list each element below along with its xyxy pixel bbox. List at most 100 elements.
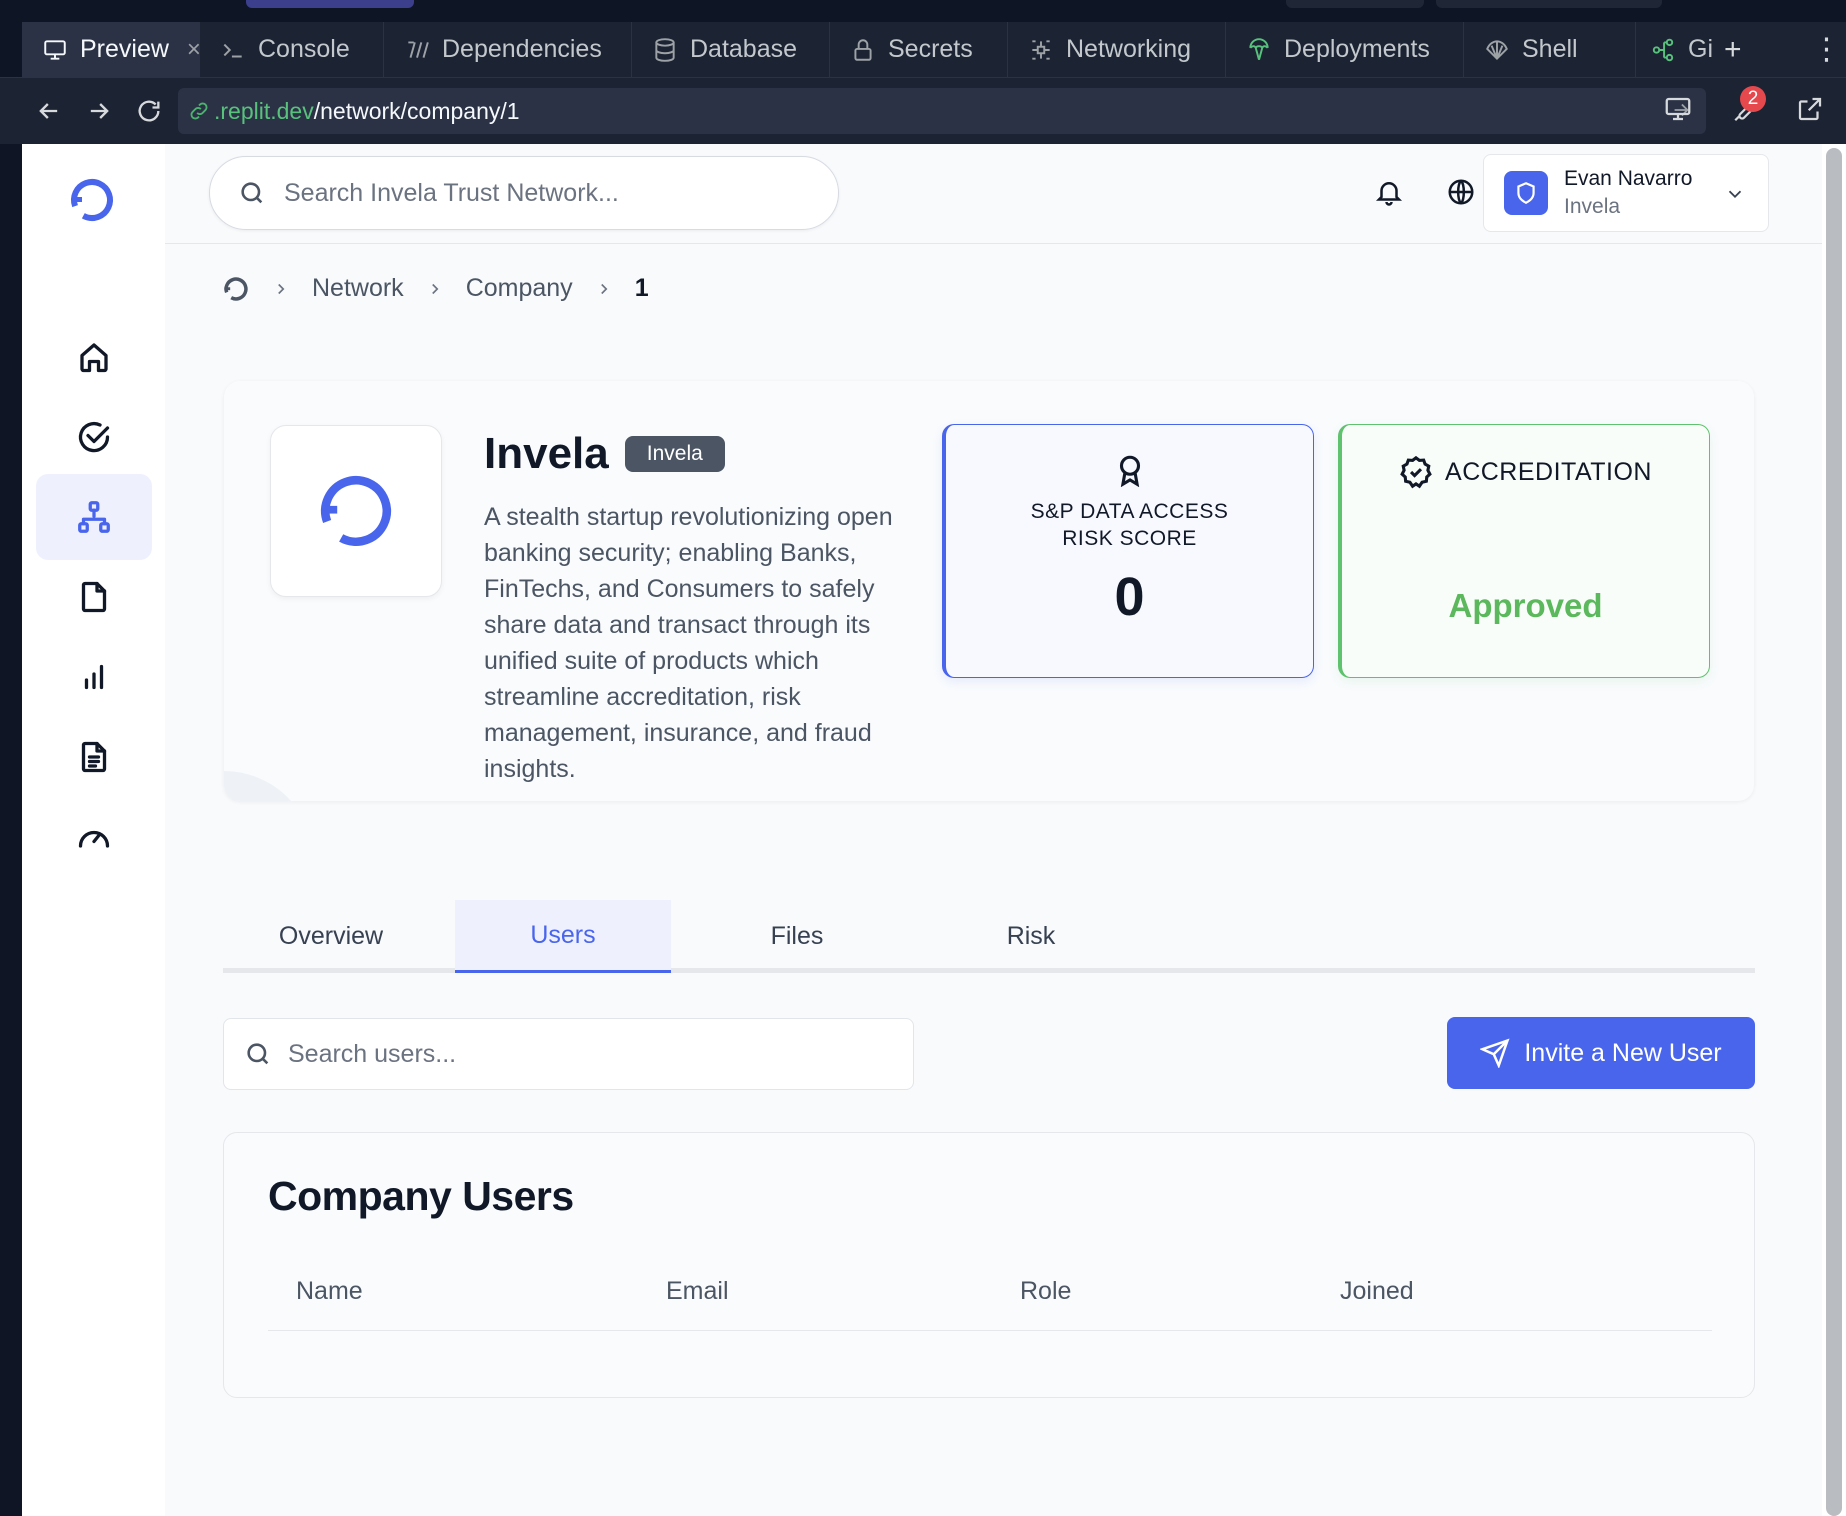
users-search-input[interactable] [288, 1039, 888, 1069]
monitor-icon [1665, 97, 1691, 121]
tab-label: Deployments [1284, 35, 1430, 63]
risk-score-label: S&P DATA ACCESS RISK SCORE [946, 498, 1313, 552]
gauge-icon [78, 830, 110, 848]
monitor-icon [44, 39, 66, 60]
tab-dependencies[interactable]: Dependencies [384, 22, 632, 77]
tab-label: Console [258, 35, 350, 63]
award-ribbon-icon [1119, 455, 1140, 488]
accreditation-card: ACCREDITATION Approved [1338, 424, 1710, 678]
sidebar-item-network[interactable] [36, 474, 152, 560]
chevron-right-icon [431, 283, 439, 294]
accreditation-status: Approved [1448, 587, 1603, 624]
tab-deployments[interactable]: Deployments [1226, 22, 1464, 77]
user-name: Evan Navarro [1564, 167, 1693, 190]
tab-git[interactable]: Gi [1636, 22, 1713, 77]
sidebar [22, 144, 165, 1516]
company-name: Invela [484, 429, 609, 478]
reload-icon [138, 100, 160, 122]
users-search[interactable] [223, 1018, 914, 1090]
dependencies-icon [408, 40, 429, 58]
chevron-right-icon [600, 283, 608, 294]
company-tag: Invela [624, 436, 725, 472]
invela-logo-icon[interactable] [68, 176, 116, 224]
search-icon [247, 1043, 269, 1065]
breadcrumb-current: 1 [634, 274, 649, 302]
tab-label: Dependencies [442, 35, 602, 63]
tab-console[interactable]: Console [200, 22, 384, 77]
lock-icon [854, 38, 872, 61]
ide-top-strip [0, 0, 1846, 22]
column-header-name[interactable]: Name [296, 1277, 363, 1306]
language-button[interactable] [1441, 172, 1481, 212]
tab-users[interactable]: Users [455, 900, 671, 973]
globe-icon [1448, 179, 1474, 205]
user-org: Invela [1564, 195, 1621, 218]
risk-score-value: 0 [1114, 567, 1145, 627]
scrollbar-thumb[interactable] [1826, 148, 1842, 1516]
database-icon [655, 37, 675, 62]
risk-label-line2: RISK SCORE [1062, 527, 1197, 550]
global-search[interactable] [209, 156, 839, 230]
tab-files[interactable]: Files [689, 900, 905, 973]
invite-user-button[interactable]: Invite a New User [1447, 1017, 1755, 1089]
home-icon [80, 343, 108, 373]
users-table-header: Name Email Role Joined [268, 1267, 1712, 1331]
tab-database[interactable]: Database [632, 22, 830, 77]
search-icon [241, 182, 263, 204]
url-field[interactable]: .replit.dev/network/company/1 [178, 88, 1706, 134]
devtools-button[interactable]: 2 [1722, 86, 1766, 132]
more-options-icon[interactable]: ⋮ [1812, 32, 1842, 67]
breadcrumb-network[interactable]: Network [312, 274, 404, 303]
sidebar-item-documents[interactable] [36, 714, 152, 800]
sidebar-item-dashboard[interactable] [36, 794, 152, 880]
close-icon[interactable]: × [187, 36, 201, 64]
company-logo [270, 425, 442, 597]
breadcrumb-home-icon[interactable] [222, 275, 250, 303]
chevron-right-icon [278, 283, 285, 294]
invela-logo-icon [320, 475, 392, 547]
network-icon [1032, 39, 1050, 60]
shield-icon [1517, 182, 1535, 204]
bell-icon [1375, 182, 1403, 206]
column-header-joined[interactable]: Joined [1340, 1277, 1414, 1306]
file-icon [81, 581, 107, 613]
column-header-role[interactable]: Role [1020, 1277, 1071, 1306]
external-link-icon [1798, 97, 1822, 121]
reload-button[interactable] [124, 86, 174, 136]
user-menu[interactable]: Evan Navarro Invela [1483, 154, 1769, 232]
app-viewport: Evan Navarro Invela Network Company 1 In… [22, 144, 1822, 1516]
tab-label: Secrets [888, 35, 973, 63]
network-tree-icon [78, 501, 110, 533]
tab-risk[interactable]: Risk [923, 900, 1139, 973]
app-header: Evan Navarro Invela [165, 144, 1822, 244]
company-tabs: Overview Users Files Risk [223, 900, 1755, 973]
sidebar-item-home[interactable] [36, 314, 152, 400]
company-users-title: Company Users [268, 1173, 574, 1219]
sidebar-item-tasks[interactable] [36, 394, 152, 480]
notifications-button[interactable] [1369, 172, 1409, 212]
git-icon [1652, 38, 1674, 61]
tab-overview[interactable]: Overview [223, 900, 439, 973]
tab-label: Preview [80, 35, 169, 63]
arrow-left-icon [39, 103, 58, 119]
global-search-input[interactable] [284, 178, 804, 208]
open-new-tab-button[interactable] [1788, 86, 1832, 132]
breadcrumb-company[interactable]: Company [466, 274, 573, 303]
chevron-down-icon [1728, 190, 1742, 199]
tab-networking[interactable]: Networking [1008, 22, 1226, 77]
device-preview-button[interactable] [1656, 86, 1700, 132]
add-tab-icon[interactable]: + [1724, 33, 1742, 67]
column-header-email[interactable]: Email [666, 1277, 729, 1306]
deployments-icon [1249, 37, 1269, 60]
tab-shell[interactable]: Shell [1464, 22, 1636, 77]
tab-preview[interactable]: Preview × [22, 22, 201, 77]
company-users-card: Company Users Name Email Role Joined [223, 1132, 1755, 1398]
sidebar-item-insights[interactable] [36, 634, 152, 720]
sidebar-item-files[interactable] [36, 554, 152, 640]
back-button[interactable] [24, 86, 74, 136]
devtools-badge: 2 [1740, 86, 1766, 112]
company-card: Invela Invela A stealth startup revoluti… [224, 381, 1754, 801]
invite-user-label: Invite a New User [1524, 1038, 1722, 1067]
tab-secrets[interactable]: Secrets [830, 22, 1008, 77]
forward-button[interactable] [74, 86, 124, 136]
